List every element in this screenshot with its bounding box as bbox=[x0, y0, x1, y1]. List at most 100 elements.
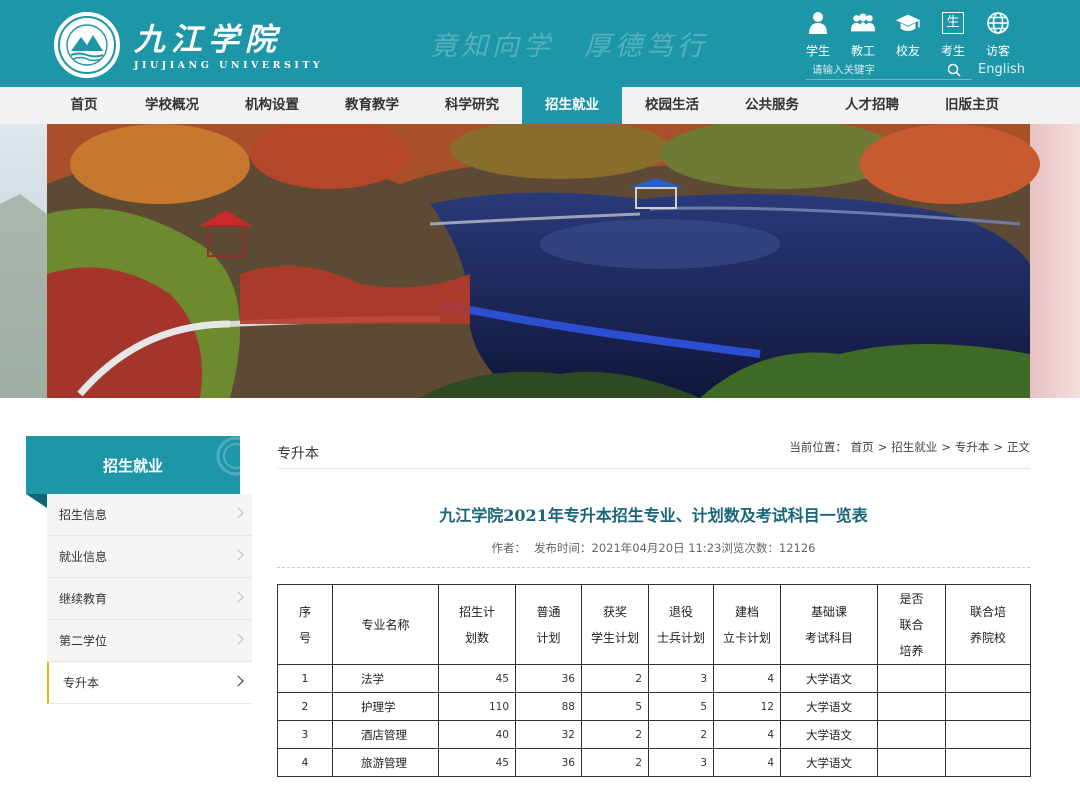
cell-serial-no: 3 bbox=[277, 720, 333, 749]
university-motto: 竟知向学 厚德笃行 bbox=[430, 24, 708, 63]
nav-item-organization[interactable]: 机构设置 bbox=[222, 87, 322, 124]
cell-award-plan: 2 bbox=[581, 748, 649, 777]
article-meta: 作者： 发布时间：2021年04月20日 11:23浏览次数：12126 bbox=[277, 540, 1030, 556]
breadcrumb-item-home[interactable]: 首页 bbox=[851, 440, 874, 454]
header-exam-subject: 基础课 考试科目 bbox=[780, 584, 878, 665]
nav-item-home[interactable]: 首页 bbox=[34, 87, 134, 124]
header-line: 立卡计划 bbox=[722, 630, 771, 645]
sidebar: 招生就业 招生信息 就业信息 继续教育 第二学位 专升本 bbox=[26, 436, 252, 704]
globe-icon bbox=[985, 10, 1011, 36]
breadcrumb-separator: > bbox=[941, 440, 951, 454]
cell-major-name: 酒店管理 bbox=[332, 720, 439, 749]
breadcrumb-separator: > bbox=[993, 440, 1003, 454]
table-row: 3 酒店管理 40 32 2 2 4 大学语文 bbox=[277, 720, 1031, 749]
cell-exam-subject: 大学语文 bbox=[780, 692, 878, 721]
nav-item-old-homepage[interactable]: 旧版主页 bbox=[922, 87, 1022, 124]
sidebar-item-continuing-education[interactable]: 继续教育 bbox=[47, 578, 252, 620]
sidebar-item-employment-info[interactable]: 就业信息 bbox=[47, 536, 252, 578]
cell-joint-school bbox=[945, 664, 1031, 693]
nav-item-research[interactable]: 科学研究 bbox=[422, 87, 522, 124]
breadcrumb-item-upgrade[interactable]: 专升本 bbox=[955, 440, 990, 454]
motto-part-2: 厚德笃行 bbox=[584, 31, 708, 62]
breadcrumb-item-admissions[interactable]: 招生就业 bbox=[891, 440, 937, 454]
nav-item-overview[interactable]: 学校概况 bbox=[122, 87, 222, 124]
search-input[interactable] bbox=[812, 62, 942, 78]
search-box bbox=[806, 60, 972, 80]
quick-link-examinee[interactable]: 生 考生 bbox=[933, 10, 973, 59]
sidebar-seal-watermark-icon bbox=[208, 436, 242, 476]
breadcrumb-item-current: 正文 bbox=[1007, 440, 1030, 454]
author-label: 作者： bbox=[491, 541, 527, 555]
header-line: 号 bbox=[298, 630, 311, 645]
quick-link-label: 学生 bbox=[805, 44, 830, 58]
quick-link-label: 校友 bbox=[895, 44, 920, 58]
header-major-name: 专业名称 bbox=[332, 584, 439, 665]
examinee-icon-glyph: 生 bbox=[942, 12, 964, 34]
quick-link-alumni[interactable]: 校友 bbox=[888, 10, 928, 59]
chevron-right-icon bbox=[232, 591, 244, 603]
header-line: 划数 bbox=[464, 630, 489, 645]
table-row: 4 旅游管理 45 36 2 3 4 大学语文 bbox=[277, 748, 1031, 777]
cell-veteran-plan: 2 bbox=[648, 720, 714, 749]
header-line: 建档 bbox=[734, 604, 759, 619]
cell-joint-training bbox=[877, 748, 946, 777]
cell-major-name: 护理学 bbox=[332, 692, 439, 721]
cell-veteran-plan: 3 bbox=[648, 664, 714, 693]
header-line: 养院校 bbox=[969, 630, 1006, 645]
quick-link-label: 教工 bbox=[850, 44, 875, 58]
header-joint-training: 是否 联合 培养 bbox=[877, 584, 946, 665]
quick-link-student[interactable]: 学生 bbox=[798, 10, 838, 59]
breadcrumb: 当前位置： 首页 > 招生就业 > 专升本 > 正文 bbox=[789, 439, 1030, 455]
nav-item-recruitment[interactable]: 人才招聘 bbox=[822, 87, 922, 124]
header-line: 基础课 bbox=[810, 604, 847, 619]
header-poverty-plan: 建档 立卡计划 bbox=[713, 584, 781, 665]
cell-joint-school bbox=[945, 692, 1031, 721]
header-line: 序 bbox=[298, 604, 311, 619]
sidebar-item-label: 就业信息 bbox=[59, 550, 108, 564]
cell-veteran-plan: 5 bbox=[648, 692, 714, 721]
cell-joint-training bbox=[877, 664, 946, 693]
examinee-icon: 生 bbox=[940, 10, 966, 36]
nav-item-teaching[interactable]: 教育教学 bbox=[322, 87, 422, 124]
cell-award-plan: 2 bbox=[581, 664, 649, 693]
cell-serial-no: 1 bbox=[277, 664, 333, 693]
header-serial-no: 序号 bbox=[277, 584, 333, 665]
campus-banner-image bbox=[0, 124, 1080, 398]
cell-joint-training bbox=[877, 720, 946, 749]
cell-poverty-plan: 12 bbox=[713, 692, 781, 721]
site-header: 九江学院 JIUJIANG UNIVERSITY 竟知向学 厚德笃行 学生 教工 … bbox=[0, 0, 1080, 87]
english-link[interactable]: English bbox=[978, 62, 1025, 77]
university-seal-logo[interactable] bbox=[54, 12, 120, 78]
sidebar-item-label: 专升本 bbox=[63, 676, 100, 690]
sidebar-item-upgrade-to-bachelor[interactable]: 专升本 bbox=[47, 662, 252, 704]
main-nav: 首页 学校概况 机构设置 教育教学 科学研究 招生就业 校园生活 公共服务 人才… bbox=[0, 87, 1080, 124]
cell-veteran-plan: 3 bbox=[648, 748, 714, 777]
nav-item-campus-life[interactable]: 校园生活 bbox=[622, 87, 722, 124]
cell-major-name: 旅游管理 bbox=[332, 748, 439, 777]
chevron-right-icon bbox=[232, 675, 244, 687]
quick-link-staff[interactable]: 教工 bbox=[843, 10, 883, 59]
nav-item-admissions[interactable]: 招生就业 bbox=[522, 87, 622, 124]
section-title: 专升本 bbox=[277, 446, 319, 462]
cell-serial-no: 4 bbox=[277, 748, 333, 777]
sidebar-item-second-degree[interactable]: 第二学位 bbox=[47, 620, 252, 662]
university-name-logo[interactable]: 九江学院 bbox=[134, 14, 282, 59]
chevron-right-icon bbox=[232, 549, 244, 561]
quick-link-visitor[interactable]: 访客 bbox=[978, 10, 1018, 59]
header-award-plan: 获奖 学生计划 bbox=[581, 584, 649, 665]
nav-item-public-service[interactable]: 公共服务 bbox=[722, 87, 822, 124]
sidebar-header-fold bbox=[26, 494, 47, 508]
header-line: 联合 bbox=[899, 617, 924, 632]
breadcrumb-prefix: 当前位置： bbox=[789, 440, 847, 454]
header-line: 联合培 bbox=[969, 604, 1006, 619]
sidebar-item-admission-info[interactable]: 招生信息 bbox=[47, 494, 252, 536]
sidebar-item-label: 继续教育 bbox=[59, 592, 108, 606]
published-value: 2021年04月20日 11:23 bbox=[591, 541, 722, 555]
alumni-cap-icon bbox=[895, 10, 921, 36]
cell-normal-plan: 32 bbox=[515, 720, 582, 749]
header-joint-school: 联合培 养院校 bbox=[945, 584, 1031, 665]
header-line: 士兵计划 bbox=[656, 630, 705, 645]
table-row: 1 法学 45 36 2 3 4 大学语文 bbox=[277, 664, 1031, 693]
cell-joint-training bbox=[877, 692, 946, 721]
search-icon[interactable] bbox=[947, 63, 961, 77]
